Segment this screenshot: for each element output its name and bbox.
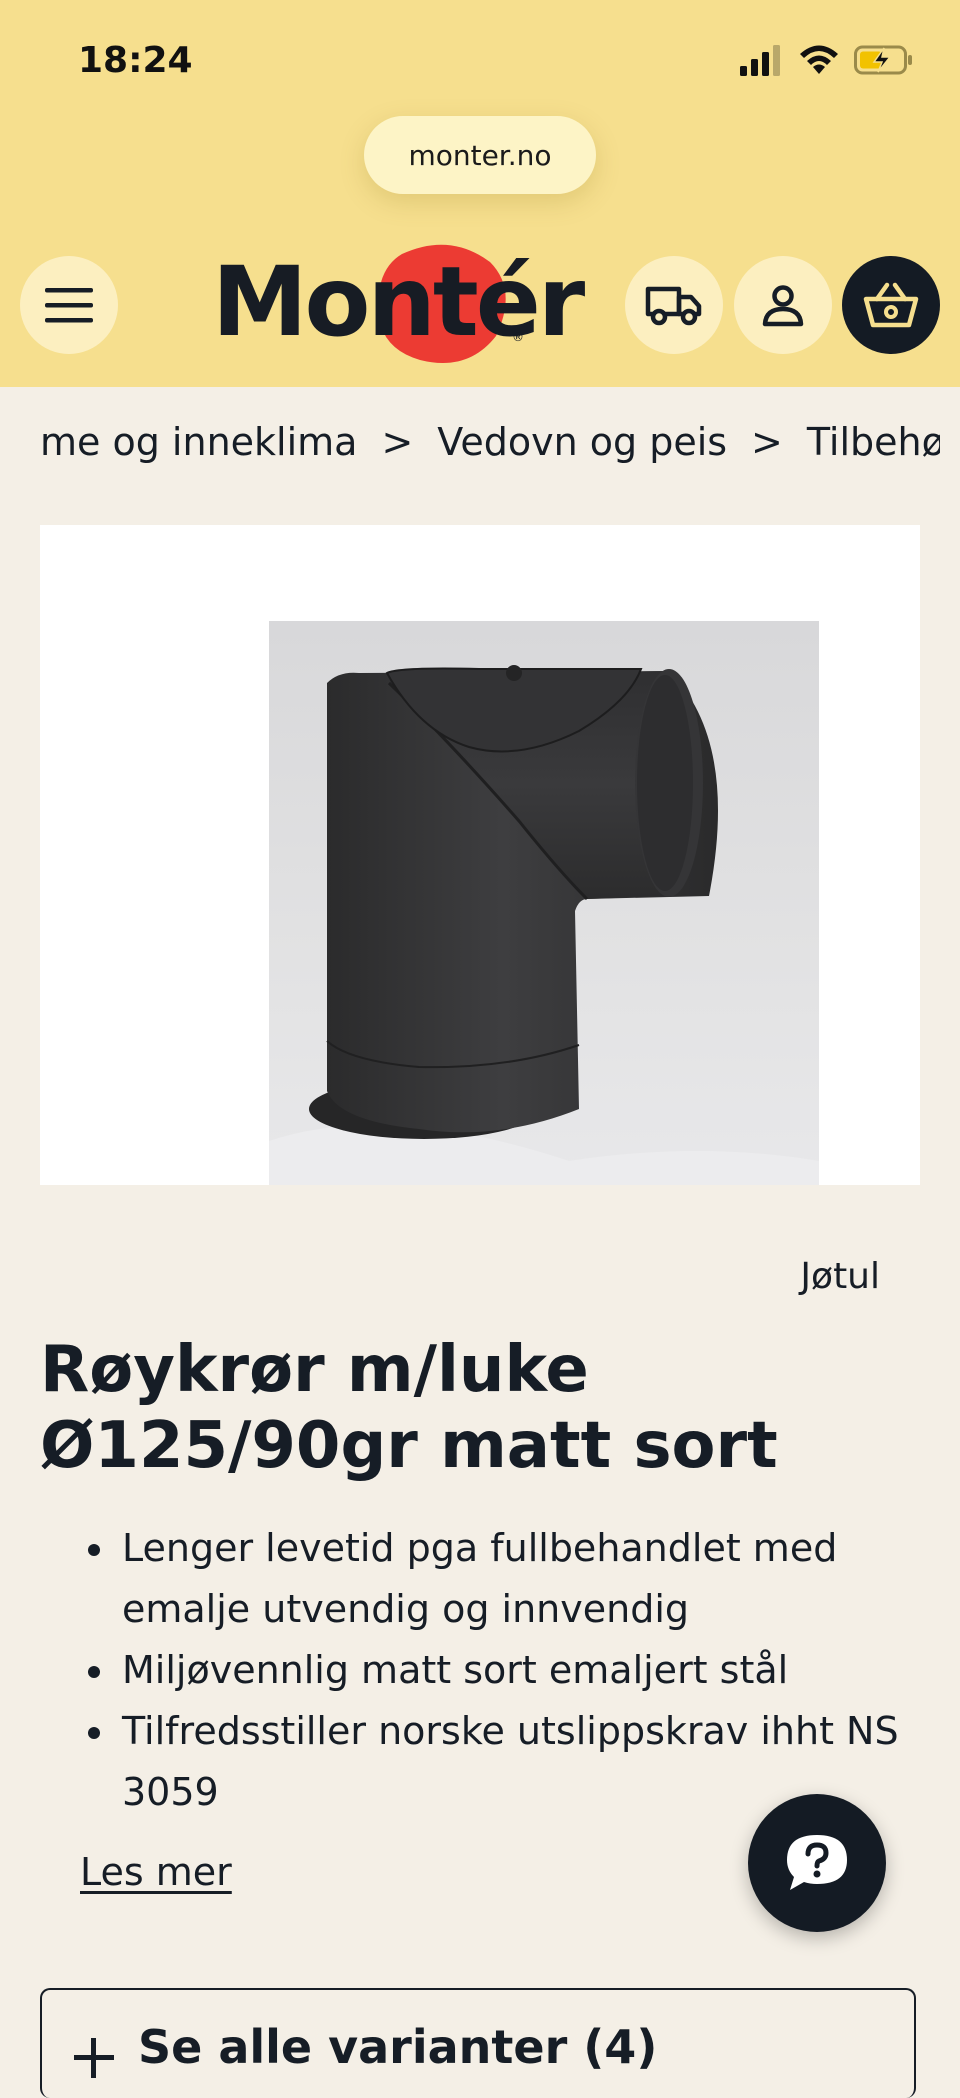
battery-charging-icon bbox=[854, 45, 912, 75]
product-title: Røykrør m/luke Ø125/90gr matt sort bbox=[40, 1333, 778, 1483]
product-photo bbox=[269, 621, 819, 1185]
question-chat-icon bbox=[787, 1835, 847, 1890]
breadcrumb: me og inneklima > Vedovn og peis > Tilbe… bbox=[40, 420, 940, 464]
breadcrumb-item-inneklima[interactable]: me og inneklima bbox=[40, 420, 357, 464]
help-chat-button[interactable] bbox=[748, 1794, 886, 1932]
product-brand[interactable]: Jøtul bbox=[800, 1256, 880, 1297]
truck-icon bbox=[645, 286, 702, 326]
delivery-button[interactable] bbox=[625, 256, 723, 354]
basket-icon bbox=[863, 282, 919, 328]
url-text: monter.no bbox=[408, 138, 552, 172]
stovepipe-elbow-image bbox=[269, 665, 819, 1185]
read-more-link[interactable]: Les mer bbox=[80, 1850, 232, 1894]
status-icons bbox=[740, 40, 914, 80]
breadcrumb-separator: > bbox=[381, 420, 414, 464]
status-time: 18:24 bbox=[78, 40, 193, 81]
breadcrumb-item-tilbehor[interactable]: Tilbehør bbox=[807, 420, 940, 464]
breadcrumb-item-vedovn[interactable]: Vedovn og peis bbox=[437, 420, 727, 464]
monter-logo[interactable]: Montér ® bbox=[212, 244, 585, 366]
site-header: 18:24 monter.no Montér ® bbox=[0, 0, 960, 387]
account-button[interactable] bbox=[734, 256, 832, 354]
cart-button[interactable] bbox=[842, 256, 940, 354]
menu-button[interactable] bbox=[20, 256, 118, 354]
logo-text: Montér bbox=[212, 246, 585, 358]
url-bar[interactable]: monter.no bbox=[364, 116, 596, 194]
product-image-container[interactable] bbox=[40, 525, 920, 1185]
plus-icon bbox=[74, 2038, 114, 2078]
hamburger-icon bbox=[45, 288, 93, 323]
see-all-variants-button[interactable]: Se alle varianter (4) bbox=[40, 1988, 916, 2098]
wifi-icon bbox=[800, 45, 838, 74]
registered-mark: ® bbox=[512, 330, 524, 344]
feature-item: Lenger levetid pga fullbehandlet med ema… bbox=[118, 1518, 958, 1640]
feature-item: Miljøvennlig matt sort emaljert stål bbox=[118, 1640, 958, 1701]
signal-icon bbox=[740, 45, 780, 76]
feature-list: Lenger levetid pga fullbehandlet med ema… bbox=[70, 1518, 958, 1823]
user-icon bbox=[762, 285, 804, 327]
breadcrumb-separator: > bbox=[751, 420, 783, 464]
variants-label: Se alle varianter (4) bbox=[138, 2020, 658, 2074]
